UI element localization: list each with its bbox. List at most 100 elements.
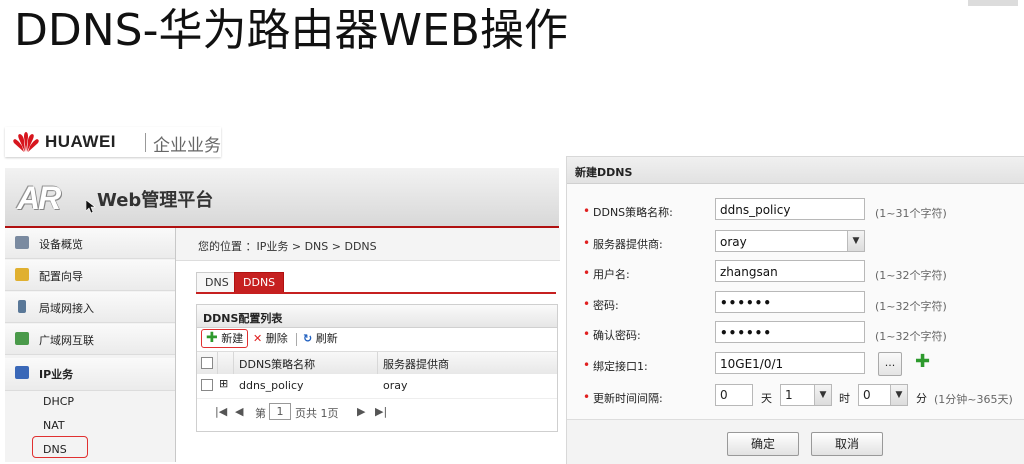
required-mark: • [583, 358, 591, 372]
column-header-policy-name: DDNS策略名称 [239, 358, 316, 371]
pager: |◀ ◀ 第 1 页共 1页 ▶ ▶| [197, 401, 557, 423]
brand-name: HUAWEI [45, 132, 116, 151]
row-provider: • 服务器提供商: oray ▼ [567, 229, 1024, 259]
sidebar-item-config-wizard[interactable]: 配置向导 [5, 260, 175, 291]
username-label: 用户名: [593, 268, 630, 281]
next-page-icon[interactable]: ▶ [357, 405, 365, 418]
expand-icon[interactable]: ⊞ [219, 377, 228, 390]
interface-input[interactable]: 10GE1/0/1 [715, 352, 865, 374]
cancel-button[interactable]: 取消 [811, 432, 883, 456]
prev-page-icon[interactable]: ◀ [235, 405, 243, 418]
sidebar-item-lan-access[interactable]: 局域网接入 [5, 292, 175, 323]
interval-hint: (1分钟~365天) [934, 393, 1013, 406]
policy-name-label: DDNS策略名称: [593, 206, 673, 219]
sidebar-subitem-label: NAT [43, 419, 65, 432]
delete-button[interactable]: ✕ 删除 [253, 331, 288, 347]
provider-label: 服务器提供商: [593, 238, 663, 251]
interval-label: 更新时间间隔: [593, 392, 663, 405]
slide-title: DDNS-华为路由器WEB操作 [14, 5, 568, 56]
first-page-icon[interactable]: |◀ [215, 405, 227, 418]
sidebar-subitem-label: DHCP [43, 395, 75, 408]
row-checkbox[interactable] [201, 379, 213, 391]
column-header-provider: 服务器提供商 [383, 358, 449, 371]
new-button[interactable]: ✚ 新建 [201, 329, 249, 348]
mouse-cursor-icon [86, 200, 96, 214]
column-divider [377, 352, 378, 374]
toolbar: ✚ 新建 ✕ 删除 ↻ 刷新 [197, 328, 557, 350]
dialog-footer: 确定 取消 [567, 419, 1024, 464]
select-all-checkbox[interactable] [201, 357, 213, 369]
sidebar-item-label: 设备概览 [39, 238, 83, 251]
column-divider [217, 352, 218, 374]
password-input[interactable]: •••••• [715, 291, 865, 313]
new-button-label: 新建 [221, 332, 244, 345]
row-policy-name: • DDNS策略名称: ddns_policy (1~31个字符) [567, 197, 1024, 227]
monitor-icon [15, 236, 29, 249]
brand-tagline: 企业业务 [153, 136, 221, 156]
main-content: 您的位置 ：IP业务 > DNS > DDNS DNS DDNS DDNS配置列… [176, 228, 560, 462]
days-unit: 天 [761, 392, 772, 405]
last-page-icon[interactable]: ▶| [375, 405, 387, 418]
plus-icon: ✚ [206, 330, 218, 346]
ddns-list-panel: DDNS配置列表 ✚ 新建 ✕ 删除 ↻ 刷新 DDNS策略名称 服务器提供商 [196, 304, 558, 432]
required-mark: • [583, 327, 591, 341]
required-mark: • [583, 204, 591, 218]
required-mark: • [583, 297, 591, 311]
page-number-input[interactable]: 1 [269, 403, 291, 420]
sidebar-item-ip-service[interactable]: IP业务 [5, 358, 175, 391]
hours-value: 1 [785, 388, 793, 402]
lan-icon [18, 300, 26, 313]
brand-divider [145, 133, 146, 152]
panel-title: DDNS配置列表 [197, 305, 557, 328]
wan-icon [15, 332, 29, 345]
add-interface-icon[interactable]: ✚ [915, 353, 930, 371]
chevron-down-icon[interactable]: ▼ [847, 231, 864, 251]
sidebar-item-device-overview[interactable]: 设备概览 [5, 228, 175, 259]
dns-highlight-box [32, 436, 88, 458]
policy-name-hint: (1~31个字符) [875, 207, 947, 220]
breadcrumb: 您的位置 ：IP业务 > DNS > DDNS [176, 228, 560, 261]
username-hint: (1~32个字符) [875, 269, 947, 282]
page-prefix: 第 [255, 407, 266, 420]
ok-button[interactable]: 确定 [727, 432, 799, 456]
sidebar-item-label: 局域网接入 [39, 302, 94, 315]
row-password: • 密码: •••••• (1~32个字符) [567, 290, 1024, 320]
provider-selected-value: oray [720, 235, 747, 249]
platform-header: AR Web管理平台 [5, 168, 559, 229]
sidebar-subitem-dhcp[interactable]: DHCP [5, 390, 175, 414]
required-mark: • [583, 236, 591, 250]
hours-unit: 时 [839, 392, 850, 405]
dialog-title: 新建DDNS [575, 166, 633, 179]
new-ddns-dialog: 新建DDNS • DDNS策略名称: ddns_policy (1~31个字符)… [566, 156, 1024, 464]
policy-name-input[interactable]: ddns_policy [715, 198, 865, 220]
tab-ddns[interactable]: DDNS [234, 272, 285, 293]
confirm-password-input[interactable]: •••••• [715, 321, 865, 343]
interval-minutes-select[interactable]: 0 ▼ [858, 384, 908, 406]
cell-provider: oray [383, 379, 408, 392]
huawei-logo-icon [13, 132, 39, 152]
sidebar-item-wan-interconnect[interactable]: 广域网互联 [5, 324, 175, 355]
chevron-down-icon[interactable]: ▼ [814, 385, 831, 405]
tab-underline [196, 292, 556, 294]
page-total: 页共 1页 [295, 407, 339, 420]
delete-icon: ✕ [253, 332, 263, 345]
username-input[interactable]: zhangsan [715, 260, 865, 282]
wizard-icon [15, 268, 29, 281]
table-row[interactable]: ⊞ ddns_policy oray [197, 374, 557, 399]
interval-hours-select[interactable]: 1 ▼ [780, 384, 832, 406]
sidebar-subitem-nat[interactable]: NAT [5, 414, 175, 438]
tab-dns[interactable]: DNS [196, 272, 238, 293]
refresh-button[interactable]: ↻ 刷新 [303, 331, 338, 347]
interval-days-input[interactable]: 0 [715, 384, 753, 406]
chevron-down-icon[interactable]: ▼ [890, 385, 907, 405]
panel-title-text: DDNS配置列表 [203, 312, 283, 325]
confirm-password-label: 确认密码: [593, 329, 641, 342]
breadcrumb-text: 您的位置 ：IP业务 > DNS > DDNS [198, 240, 377, 253]
sidebar-subitem-dns[interactable]: DNS [5, 438, 175, 462]
browse-interface-button[interactable]: ... [878, 352, 902, 376]
sidebar-item-label: 配置向导 [39, 270, 83, 283]
interface-label: 绑定接口1: [593, 360, 648, 373]
refresh-icon: ↻ [303, 332, 313, 345]
provider-select[interactable]: oray ▼ [715, 230, 865, 252]
required-mark: • [583, 266, 591, 280]
